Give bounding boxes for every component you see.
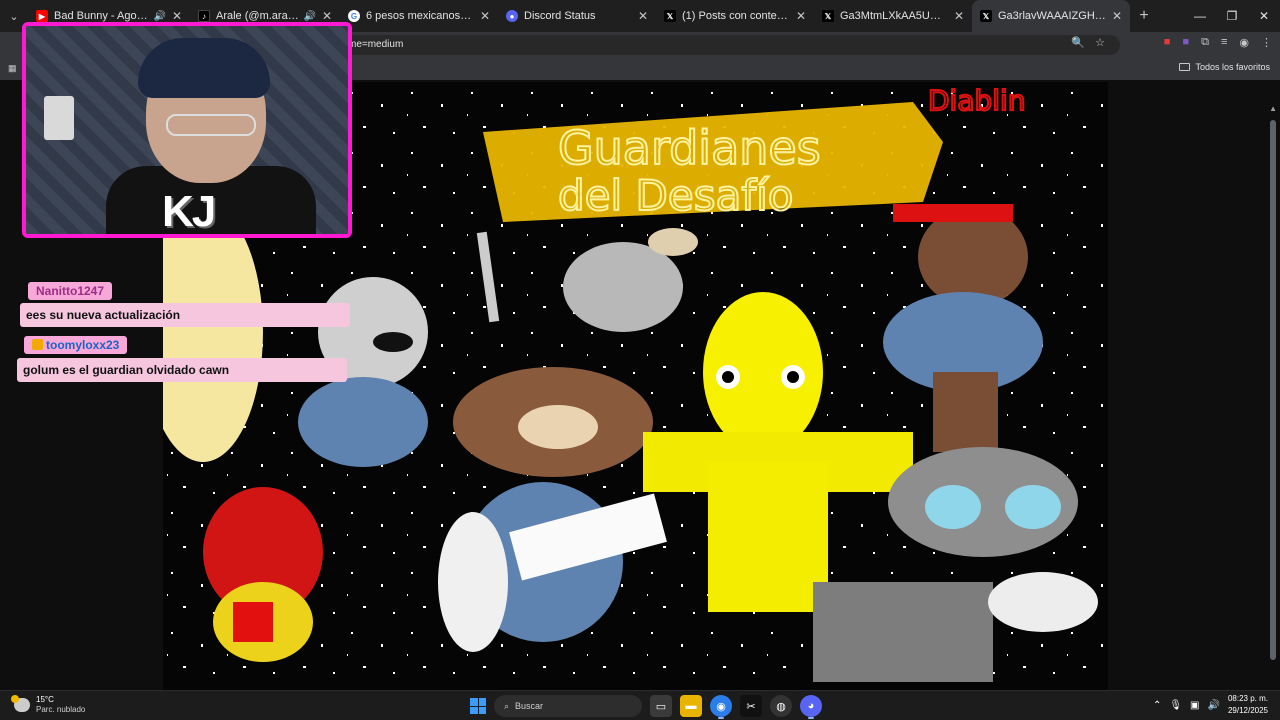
clock-time: 08:23 p. m. (1227, 694, 1268, 703)
apps-grid-icon[interactable]: ▦ (8, 63, 18, 73)
windows-start-icon[interactable] (470, 698, 486, 714)
tiktok-icon: ♪ (198, 10, 210, 22)
menu-kebab-icon[interactable]: ⋮ (1261, 36, 1272, 49)
discord-icon[interactable]: ◕ (800, 695, 822, 719)
weather-temperature: 15°C (36, 695, 54, 704)
close-tab-icon[interactable]: ✕ (480, 9, 490, 23)
chat-username: Nanitto1247 (28, 282, 113, 300)
clock-date: 29/12/2025 (1227, 706, 1268, 715)
address-bar[interactable]: me=medium (330, 35, 1120, 55)
close-window-button[interactable]: ✕ (1248, 0, 1280, 32)
chat-message-body: golum es el guardian olvidado cawn (17, 356, 347, 382)
tab-image-2-active[interactable]: 𝕏 Ga3rlavWAAAIZGH (945×637) ✕ (972, 0, 1130, 32)
chrome-icon[interactable]: ◉ (710, 695, 732, 719)
tab-x-posts[interactable]: 𝕏 (1) Posts con contenido multim ✕ (656, 0, 814, 32)
tab-label: Discord Status (524, 10, 596, 22)
restore-button[interactable]: ❐ (1216, 0, 1248, 32)
tab-label: Ga3MtmLXkAA5UQk (698×477) (840, 10, 948, 22)
artwork-title-line1: Guardianes (558, 121, 821, 175)
chat-username: toomyloxx23 (46, 338, 120, 352)
weather-widget[interactable]: 15°C Parc. nublado (11, 695, 86, 715)
close-tab-icon[interactable]: ✕ (796, 9, 806, 23)
youtube-icon: ▶ (36, 10, 48, 22)
taskbar-apps: ⌕ Buscar ▭ ▬ ◉ ✂ ◍ ◕ (470, 695, 822, 719)
extension-purple-icon[interactable]: ■ (1182, 36, 1189, 49)
x-icon: 𝕏 (664, 10, 676, 22)
extension-icons: ■ ■ ⧉ ≡ ◉ ⋮ (1164, 36, 1272, 49)
weather-condition: Parc. nublado (36, 705, 86, 714)
webcam-person-hair (138, 38, 270, 98)
scroll-up-arrow-icon[interactable]: ▲ (1269, 104, 1277, 113)
minimize-button[interactable]: — (1184, 0, 1216, 32)
chat-message-body: ees su nueva actualización (20, 301, 350, 327)
artwork-title-line2: del Desafío (558, 171, 793, 220)
x-icon: 𝕏 (822, 10, 834, 22)
close-tab-icon[interactable]: ✕ (172, 9, 182, 23)
clock[interactable]: 08:23 p. m. 29/12/2025 (1228, 693, 1268, 717)
speaker-icon[interactable]: 🔊 (303, 11, 315, 22)
bookmark-star-icon[interactable]: ☆ (1095, 36, 1105, 49)
obs-icon[interactable]: ◍ (770, 695, 792, 717)
streamer-logo: KJ (162, 187, 216, 236)
chevron-up-icon[interactable]: ⌃ (1153, 700, 1161, 711)
extensions-puzzle-icon[interactable]: ⧉ (1201, 36, 1209, 49)
chat-text: golum es el guardian olvidado cawn (17, 358, 347, 382)
omnibox-actions: 🔍 ☆ (1071, 36, 1105, 49)
tab-pesos-dolares[interactable]: G 6 pesos mexicanos a dolares - ✕ (340, 0, 498, 32)
close-tab-icon[interactable]: ✕ (638, 9, 648, 23)
chat-badge-icon (32, 339, 43, 350)
volume-icon[interactable]: 🔊 (1208, 700, 1220, 711)
windows-taskbar: 15°C Parc. nublado ⌕ Buscar ▭ ▬ ◉ ✂ ◍ ◕ … (0, 690, 1280, 720)
tab-label: Arale (@m.arale) está LIVE (216, 10, 300, 22)
close-tab-icon[interactable]: ✕ (954, 9, 964, 23)
tab-label: Ga3rlavWAAAIZGH (945×637) (998, 10, 1106, 22)
close-tab-icon[interactable]: ✕ (1112, 9, 1122, 23)
media-control-icon[interactable]: ≡ (1221, 36, 1227, 49)
tab-label: (1) Posts con contenido multim (682, 10, 790, 22)
system-tray: ⌃ 🎙 ▣ 🔊 08:23 p. m. 29/12/2025 (1153, 693, 1268, 717)
tab-label: 6 pesos mexicanos a dolares - (366, 10, 474, 22)
close-tab-icon[interactable]: ✕ (322, 9, 332, 23)
task-view-icon[interactable]: ▭ (650, 695, 672, 717)
extension-red-icon[interactable]: ■ (1164, 36, 1171, 49)
wall-outlet (44, 96, 74, 140)
network-icon[interactable]: ▣ (1190, 700, 1199, 711)
address-text: me=medium (348, 39, 404, 50)
tab-image-1[interactable]: 𝕏 Ga3MtmLXkAA5UQk (698×477) ✕ (814, 0, 972, 32)
x-icon: 𝕏 (980, 10, 992, 22)
chat-message: Nanitto1247 (28, 282, 113, 300)
zoom-icon[interactable]: 🔍 (1071, 36, 1085, 49)
chat-username-row: toomyloxx23 (24, 336, 128, 354)
artwork-corner-text: Diablin (928, 84, 1026, 117)
chat-text: ees su nueva actualización (20, 303, 350, 327)
all-favorites-folder[interactable]: Todos los favoritos (1179, 62, 1270, 72)
chat-message: toomyloxx23 (24, 336, 128, 354)
search-icon: ⌕ (504, 700, 510, 711)
new-tab-button[interactable]: + (1130, 7, 1158, 25)
tab-discord-status[interactable]: ● Discord Status ✕ (498, 0, 656, 32)
capcut-icon[interactable]: ✂ (740, 695, 762, 717)
microphone-icon[interactable]: 🎙 (1169, 700, 1182, 711)
google-icon: G (348, 10, 360, 22)
folder-icon (1179, 63, 1191, 71)
window-controls: — ❐ ✕ (1184, 0, 1280, 32)
webcam-person-glasses (166, 114, 256, 136)
partly-cloudy-icon (11, 695, 30, 712)
tab-label: Bad Bunny - Agosto (360° V (54, 10, 150, 22)
taskbar-search[interactable]: ⌕ Buscar (494, 695, 642, 717)
file-explorer-icon[interactable]: ▬ (680, 695, 702, 717)
profile-icon[interactable]: ◉ (1239, 36, 1249, 49)
discord-icon: ● (506, 10, 518, 22)
search-placeholder: Buscar (515, 701, 544, 711)
page-scrollbar[interactable] (1270, 120, 1276, 660)
all-favorites-label: Todos los favoritos (1195, 62, 1270, 72)
speaker-icon[interactable]: 🔊 (153, 11, 165, 22)
